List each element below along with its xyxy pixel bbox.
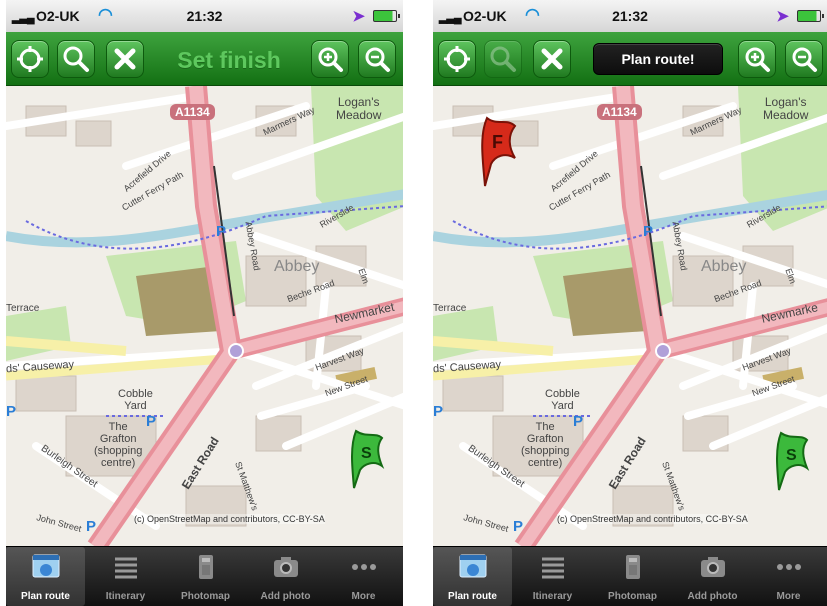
zoom-out-icon [792, 47, 817, 72]
label-grafton: The Grafton (shopping centre) [94, 421, 143, 469]
tab-label: Photomap [181, 591, 230, 602]
label-terrace: Terrace [6, 303, 40, 314]
close-icon [114, 48, 136, 70]
tab-add-photo[interactable]: Add photo [673, 547, 752, 606]
tab-label: More [776, 591, 801, 602]
tab-label: Photomap [608, 591, 657, 602]
route-map[interactable]: P P P P A1134 Logan's Meadow Abbey Newma… [433, 86, 827, 547]
locate-me-button[interactable] [438, 40, 476, 78]
label-logans-meadow: Logan's Meadow [336, 95, 382, 122]
clock: 21:32 [612, 8, 648, 24]
zoom-in-button[interactable] [738, 40, 776, 78]
map-attribution: (c) OpenStreetMap and contributors, CC-B… [557, 514, 748, 524]
label-grafton: The Grafton (shopping centre) [521, 421, 570, 469]
tab-label: Plan route [21, 591, 70, 602]
zoom-out-button[interactable] [785, 40, 823, 78]
zoom-in-icon [318, 47, 343, 72]
tab-plan-route[interactable]: Plan route [6, 547, 85, 606]
label-abbey: Abbey [701, 258, 747, 275]
location-arrow-icon: ➤ [776, 8, 789, 25]
road-shield-a1134: A1134 [170, 104, 215, 120]
list-icon [114, 557, 137, 579]
cancel-button[interactable] [106, 40, 144, 78]
close-icon [541, 48, 563, 70]
finish-marker-letter: F [492, 132, 503, 152]
battery-icon [797, 10, 824, 22]
zoom-in-button[interactable] [311, 40, 349, 78]
search-button[interactable] [57, 40, 95, 78]
crosshair-icon [444, 46, 470, 72]
phone-screen-set-finish: ▂▃▄ O2-UK ◠ 21:32 ➤ Set finish P P P P A… [6, 0, 403, 606]
map-globe-icon [459, 554, 486, 578]
map-toolbar: Set finish [6, 32, 403, 86]
status-bar: ▂▃▄ O2-UK ◠ 21:32 ➤ [6, 0, 403, 32]
svg-text:P: P [146, 413, 156, 430]
svg-text:P: P [216, 223, 226, 240]
location-arrow-icon: ➤ [352, 8, 365, 25]
label-terrace: Terrace [433, 303, 467, 314]
camera-icon [273, 557, 298, 577]
tab-itinerary[interactable]: Itinerary [513, 547, 592, 606]
search-button[interactable] [484, 40, 522, 78]
svg-text:P: P [573, 413, 583, 430]
list-icon [541, 557, 564, 579]
tab-label: Plan route [448, 591, 497, 602]
svg-text:P: P [433, 403, 443, 420]
photomap-icon [625, 555, 640, 579]
tab-more[interactable]: More [324, 547, 403, 606]
photomap-icon [198, 555, 213, 579]
phone-screen-plan-route: ▂▃▄ O2-UK ◠ 21:32 ➤ Plan route! P P P P … [433, 0, 827, 606]
zoom-in-icon [745, 47, 770, 72]
plan-route-button[interactable]: Plan route! [593, 43, 723, 75]
map-toolbar: Plan route! [433, 32, 827, 86]
tab-label: More [351, 591, 376, 602]
crosshair-icon [17, 46, 43, 72]
mode-title: Set finish [177, 47, 281, 73]
start-marker-flag[interactable]: S [771, 428, 811, 498]
clock: 21:32 [186, 8, 223, 24]
tab-add-photo[interactable]: Add photo [246, 547, 325, 606]
label-logans-meadow: Logan's Meadow [763, 95, 809, 122]
more-dots-icon [776, 564, 801, 570]
tab-itinerary[interactable]: Itinerary [86, 547, 165, 606]
map-attribution: (c) OpenStreetMap and contributors, CC-B… [134, 514, 325, 524]
tab-label: Itinerary [105, 591, 146, 602]
tab-photomap[interactable]: Photomap [593, 547, 672, 606]
map-globe-icon [32, 554, 59, 578]
search-icon [490, 46, 516, 72]
start-marker-letter: S [361, 445, 372, 462]
svg-text:P: P [86, 518, 96, 535]
start-marker-letter: S [786, 447, 797, 464]
svg-text:P: P [513, 518, 523, 535]
tab-label: Add photo [260, 591, 311, 602]
svg-text:P: P [643, 223, 653, 240]
start-marker-flag[interactable]: S [346, 426, 386, 496]
locate-me-button[interactable] [11, 40, 49, 78]
tab-bar: Plan route Itinerary Photomap Add photo … [433, 546, 827, 606]
road-shield-a1134: A1134 [597, 104, 642, 120]
cancel-button[interactable] [533, 40, 571, 78]
route-map[interactable]: P P P P A1134 Logan's Meadow Abbey Newma… [6, 86, 403, 547]
tab-label: Itinerary [532, 591, 573, 602]
search-icon [63, 46, 89, 72]
tab-bar: Plan route Itinerary Photomap Add photo … [6, 546, 403, 606]
svg-text:P: P [6, 403, 16, 420]
more-dots-icon [351, 564, 376, 570]
tab-photomap[interactable]: Photomap [166, 547, 245, 606]
zoom-out-icon [365, 47, 390, 72]
tab-plan-route[interactable]: Plan route [433, 547, 512, 606]
label-cobble-yard: Cobble Yard [118, 388, 153, 412]
finish-marker-flag[interactable]: F [475, 112, 519, 192]
tab-more[interactable]: More [749, 547, 827, 606]
battery-icon [373, 10, 400, 22]
tab-label: Add photo [687, 591, 738, 602]
zoom-out-button[interactable] [358, 40, 396, 78]
status-bar: ▂▃▄ O2-UK ◠ 21:32 ➤ [433, 0, 827, 32]
camera-icon [700, 557, 725, 577]
label-abbey: Abbey [274, 258, 320, 275]
label-cobble-yard: Cobble Yard [545, 388, 580, 412]
